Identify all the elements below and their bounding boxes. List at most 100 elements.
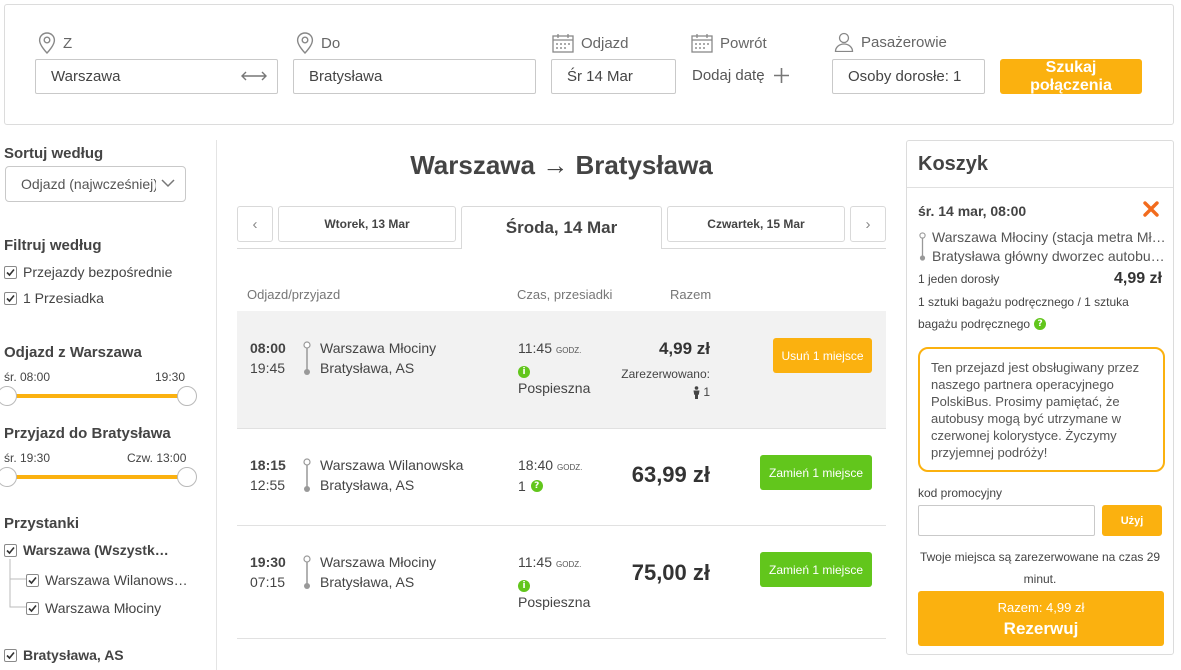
checkbox-checked[interactable]: [4, 648, 17, 662]
arrival-slider-max-handle[interactable]: [177, 467, 197, 487]
search-connection-button[interactable]: Szukaj połączenia: [1000, 59, 1142, 94]
departure-label-group: Odjazd: [552, 33, 629, 53]
passengers-value: Osoby dorosłe: 1: [848, 68, 962, 85]
tree-connector: [9, 559, 26, 608]
passengers-label-group: Pasażerowie: [834, 32, 947, 52]
user-icon: [834, 32, 854, 52]
row-dep-time: 19:30: [250, 554, 286, 570]
departure-slider-track[interactable]: [4, 394, 188, 398]
from-input[interactable]: Warszawa: [35, 59, 278, 94]
route-line-icon: [303, 341, 311, 375]
from-value: Warszawa: [51, 68, 121, 85]
departure-date-input[interactable]: Śr 14 Mar: [551, 59, 676, 94]
plus-icon: [773, 68, 789, 83]
row-duration: 18:40 GODZ.: [518, 457, 582, 473]
cart-panel: Koszyk śr. 14 mar, 08:00 Warszawa Młocin…: [906, 140, 1174, 655]
change-seat-button[interactable]: Zamień 1 miejsce: [760, 552, 872, 587]
table-row[interactable]: 08:00 19:45 Warszawa Młociny Bratysława,…: [237, 311, 886, 429]
filter-one-change-option[interactable]: 1 Przesiadka: [4, 290, 104, 306]
reserve-button[interactable]: Razem: 4,99 zł Rezerwuj: [918, 591, 1164, 646]
row-duration-unit: GODZ.: [556, 346, 582, 355]
checkbox-checked[interactable]: [26, 601, 39, 615]
location-pin-icon: [296, 32, 314, 54]
to-label: Do: [321, 34, 341, 52]
from-label-group: Z: [38, 32, 72, 54]
cart-trip-date: śr. 14 mar, 08:00: [918, 203, 1027, 219]
arrival-slider-track[interactable]: [4, 475, 188, 479]
change-seat-button[interactable]: Zamień 1 miejsce: [760, 455, 872, 490]
add-return-date-link[interactable]: Dodaj datę: [692, 67, 790, 84]
checkbox-checked[interactable]: [26, 573, 39, 587]
promo-code-input[interactable]: [918, 505, 1095, 536]
sidebar-divider: [216, 140, 217, 670]
remove-seat-button[interactable]: Usuń 1 miejsce: [773, 338, 872, 373]
arrival-max: Czw. 13:00: [127, 451, 187, 465]
route-line-icon: [919, 232, 926, 261]
to-value: Bratysława: [309, 68, 383, 85]
row-arr-time: 07:15: [250, 574, 286, 590]
arrival-min: śr. 19:30: [4, 451, 51, 465]
stop-group-bratyslawa-label: Bratysława, AS: [23, 647, 124, 663]
route-line-icon: [303, 458, 311, 492]
departure-slider-max-handle[interactable]: [177, 386, 197, 406]
swap-icon[interactable]: [241, 69, 267, 83]
help-icon[interactable]: ?: [1034, 318, 1047, 330]
reserve-total: Razem: 4,99 zł: [997, 600, 1085, 615]
cart-passenger: 1 jeden dorosły: [918, 272, 1000, 286]
checkbox-checked[interactable]: [4, 265, 17, 279]
row-reserved-label: Zarezerwowano:: [621, 367, 710, 381]
row-duration: 11:45 GODZ.: [518, 554, 581, 570]
stop-group-warszawa[interactable]: Warszawa (Wszystk…: [4, 542, 169, 558]
info-icon[interactable]: i: [518, 575, 530, 592]
route-title-arrow: →: [542, 150, 569, 180]
info-icon[interactable]: i: [518, 361, 530, 378]
tab-day-active[interactable]: Środa, 14 Mar: [461, 206, 662, 249]
row-reserved-count: 1: [703, 385, 710, 399]
stop-mlociny[interactable]: Warszawa Młociny: [26, 600, 161, 616]
from-label: Z: [63, 34, 73, 52]
reservation-note-1: Twoje miejsca są zarezerwowane na czas 2…: [919, 550, 1161, 564]
route-title-to: Bratysława: [575, 150, 713, 180]
row-from: Warszawa Młociny: [320, 340, 437, 356]
row-dep-time: 08:00: [250, 340, 286, 356]
row-duration-value: 11:45: [518, 340, 552, 356]
to-input[interactable]: Bratysława: [293, 59, 536, 94]
promo-label: kod promocyjny: [918, 486, 1003, 500]
stop-group-bratyslawa[interactable]: Bratysława, AS: [4, 647, 124, 663]
departure-date-value: Śr 14 Mar: [567, 68, 633, 85]
add-return-date-text: Dodaj datę: [692, 67, 765, 84]
arrival-slider-min-handle[interactable]: [0, 467, 17, 487]
passengers-input[interactable]: Osoby dorosłe: 1: [832, 59, 985, 94]
cart-divider: [907, 187, 1173, 188]
departure-slider-min-handle[interactable]: [0, 386, 17, 406]
stop-wilanowska-label: Warszawa Wilanows…: [45, 572, 188, 588]
row-transfer: Pospieszna: [518, 594, 591, 610]
checkbox-checked[interactable]: [4, 291, 17, 305]
filter-title: Filtruj według: [4, 237, 102, 254]
calendar-icon: [552, 34, 574, 53]
departure-max: 19:30: [155, 370, 186, 384]
location-pin-icon: [38, 32, 56, 54]
chevron-down-icon: [161, 179, 175, 188]
stop-wilanowska[interactable]: Warszawa Wilanows…: [26, 572, 188, 588]
next-day-button[interactable]: ›: [850, 206, 886, 242]
row-arr-time: 12:55: [250, 477, 286, 493]
tab-day-prev[interactable]: Wtorek, 13 Mar: [278, 206, 456, 242]
sort-select[interactable]: Odjazd (najwcześniej): [5, 166, 186, 202]
col-header-departure: Odjazd/przyjazd: [247, 287, 341, 302]
row-duration-value: 11:45: [518, 554, 552, 570]
row-duration-value: 18:40: [518, 457, 554, 473]
table-row[interactable]: 18:15 12:55 Warszawa Wilanowska Bratysła…: [237, 429, 886, 526]
prev-day-button[interactable]: ‹: [237, 206, 273, 242]
operator-notice: Ten przejazd jest obsługiwany przez nasz…: [918, 347, 1165, 472]
help-icon[interactable]: ?: [530, 480, 543, 492]
row-transfer: Pospieszna: [518, 380, 591, 396]
table-row[interactable]: 19:30 07:15 Warszawa Młociny Bratysława,…: [237, 526, 886, 639]
filter-direct-option[interactable]: Przejazdy bezpośrednie: [4, 264, 172, 280]
row-duration-unit: GODZ.: [556, 560, 582, 569]
tab-day-next[interactable]: Czwartek, 15 Mar: [667, 206, 845, 242]
checkbox-checked[interactable]: [4, 543, 17, 557]
close-icon[interactable]: [1143, 201, 1159, 217]
apply-promo-button[interactable]: Użyj: [1102, 505, 1162, 536]
to-label-group: Do: [296, 32, 340, 54]
